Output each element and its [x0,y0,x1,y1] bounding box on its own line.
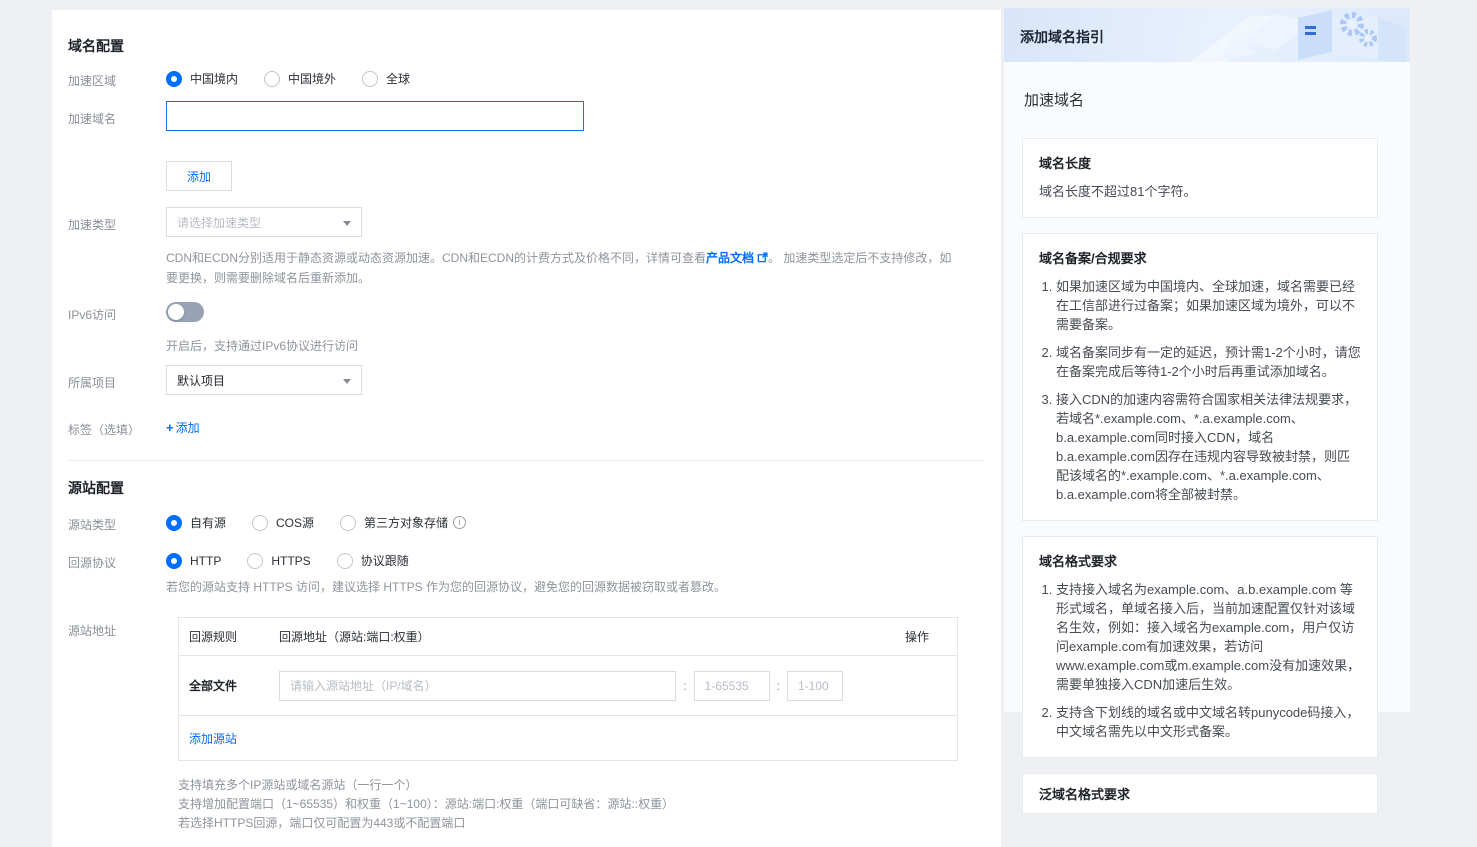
note-line: 支持增加配置端口（1~65535）和权重（1~100）：源站:端口:权重（端口可… [178,795,674,814]
card-title: 域名备案/合规要求 [1039,248,1361,267]
radio-dot [247,553,263,569]
origin-address-notes: 支持填充多个IP源站或域名源站（一行一个） 支持增加配置端口（1~65535）和… [178,776,674,833]
guide-section-title: 加速域名 [1024,89,1084,110]
header-action: 操作 [849,628,957,645]
domain-input[interactable] [166,101,584,131]
ipv6-label: IPv6访问 [68,306,116,323]
origin-table-footer: 添加源站 [179,716,957,760]
protocol-label: 回源协议 [68,554,116,571]
product-doc-link[interactable]: 产品文档 [706,251,768,265]
list-item: 接入CDN的加速内容需符合国家相关法律法规要求，若域名*.example.com… [1056,390,1361,504]
project-select[interactable]: 默认项目 [166,365,362,395]
section-divider [68,460,985,461]
toggle-knob [168,304,184,320]
origin-type-radio-group: 自有源 COS源 第三方对象存储 [166,514,466,531]
list-item: 支持接入域名为example.com、a.b.example.com 等形式域名… [1056,580,1361,694]
guide-sidebar: 添加域名指引 加速域名 域名长度 域名长度不超过81个字符。 域名备案/合规要求… [1004,8,1410,712]
note-line: 若选择HTTPS回源，端口仅可配置为443或不配置端口 [178,814,674,833]
radio-protocol-http[interactable]: HTTP [166,553,221,569]
radio-protocol-follow[interactable]: 协议跟随 [337,552,409,569]
separator-colon: : [683,679,686,693]
domain-label: 加速域名 [68,110,116,127]
origin-address-input[interactable] [279,671,676,701]
radio-region-overseas[interactable]: 中国境外 [264,70,336,87]
origin-type-label: 源站类型 [68,516,116,533]
radio-dot [166,553,182,569]
card-domain-format: 域名格式要求 支持接入域名为example.com、a.b.example.co… [1022,536,1378,758]
rule-name: 全部文件 [179,677,279,694]
chevron-down-icon [343,379,351,384]
radio-origin-cos[interactable]: COS源 [252,514,314,531]
radio-region-mainland[interactable]: 中国境内 [166,70,238,87]
origin-table-row: 全部文件 : : [179,656,957,716]
card-body: 域名长度不超过81个字符。 [1039,182,1361,201]
origin-address-table: 回源规则 回源地址（源站:端口:权重） 操作 全部文件 : : 添加源站 [178,617,958,761]
radio-origin-self[interactable]: 自有源 [166,514,226,531]
origin-weight-input[interactable] [787,671,843,701]
guide-header: 添加域名指引 [1004,8,1410,62]
radio-protocol-https[interactable]: HTTPS [247,553,310,569]
origin-port-input[interactable] [694,671,770,701]
list-item: 如果加速区域为中国境内、全球加速，域名需要已经在工信部进行过备案；如果加速区域为… [1056,277,1361,334]
origin-address-label: 源站地址 [68,622,116,639]
guide-title: 添加域名指引 [1020,27,1104,47]
radio-dot [166,515,182,531]
note-line: 支持填充多个IP源站或域名源站（一行一个） [178,776,674,795]
region-radio-group: 中国境内 中国境外 全球 [166,70,436,87]
region-label: 加速区域 [68,72,116,89]
acceleration-type-select[interactable]: 请选择加速类型 [166,207,362,237]
add-tag-link[interactable]: +添加 [166,421,200,435]
protocol-help: 若您的源站支持 HTTPS 访问，建议选择 HTTPS 作为您的回源协议，避免您… [166,577,726,597]
section-title-origin-config: 源站配置 [68,478,124,498]
info-icon[interactable] [453,516,466,529]
radio-origin-third-party[interactable]: 第三方对象存储 [340,514,466,531]
card-title: 域名长度 [1039,153,1361,172]
radio-dot [166,71,182,87]
radio-dot [362,71,378,87]
origin-table-header: 回源规则 回源地址（源站:端口:权重） 操作 [179,618,957,656]
ipv6-help: 开启后，支持通过IPv6协议进行访问 [166,336,358,356]
chevron-down-icon [343,221,351,226]
type-label: 加速类型 [68,216,116,233]
radio-region-global[interactable]: 全球 [362,70,410,87]
external-link-icon [757,252,768,263]
card-list: 支持接入域名为example.com、a.b.example.com 等形式域名… [1039,580,1361,741]
radio-dot [337,553,353,569]
radio-dot [340,515,356,531]
plus-icon: + [166,420,174,435]
list-item: 域名备案同步有一定的延迟，预计需1-2个小时，请您在备案完成后等待1-2个小时后… [1056,343,1361,381]
header-rule: 回源规则 [179,628,279,645]
guide-illustration [1180,8,1410,62]
card-wildcard-format: 泛域名格式要求 [1022,773,1378,814]
domain-config-panel: 域名配置 加速区域 中国境内 中国境外 全球 加速域名 添加 [52,10,1001,847]
protocol-radio-group: HTTP HTTPS 协议跟随 [166,552,435,569]
card-domain-length: 域名长度 域名长度不超过81个字符。 [1022,138,1378,218]
card-title: 域名格式要求 [1039,551,1361,570]
card-title: 泛域名格式要求 [1039,784,1361,803]
guide-cards: 域名长度 域名长度不超过81个字符。 域名备案/合规要求 如果加速区域为中国境内… [1022,138,1378,814]
ipv6-toggle[interactable] [166,302,204,322]
card-domain-filing: 域名备案/合规要求 如果加速区域为中国境内、全球加速，域名需要已经在工信部进行过… [1022,233,1378,521]
type-help-before: CDN和ECDN分别适用于静态资源或动态资源加速。CDN和ECDN的计费方式及价… [166,251,706,265]
card-list: 如果加速区域为中国境内、全球加速，域名需要已经在工信部进行过备案；如果加速区域为… [1039,277,1361,504]
header-address: 回源地址（源站:端口:权重） [279,628,849,645]
add-domain-button[interactable]: 添加 [166,161,232,191]
list-item: 支持含下划线的域名或中文域名转punycode码接入，中文域名需先以中文形式备案… [1056,703,1361,741]
add-origin-link[interactable]: 添加源站 [189,732,237,746]
separator-colon: : [777,679,780,693]
radio-dot [264,71,280,87]
project-label: 所属项目 [68,374,116,391]
section-title-domain-config: 域名配置 [68,36,124,56]
tags-label: 标签（选填） [68,421,140,438]
radio-dot [252,515,268,531]
